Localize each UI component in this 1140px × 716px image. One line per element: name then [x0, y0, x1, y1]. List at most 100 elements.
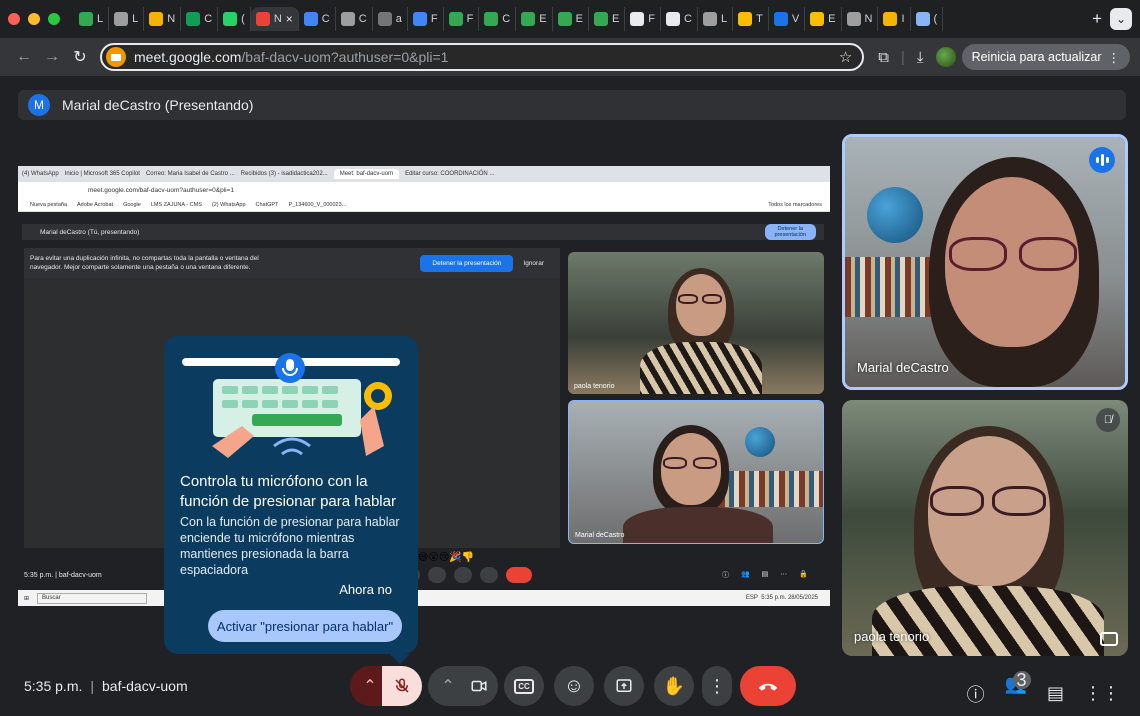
- reload-icon[interactable]: ↻: [66, 47, 94, 67]
- browser-tab[interactable]: E: [516, 7, 553, 31]
- enable-push-to-talk-button[interactable]: Activar "presionar para hablar": [208, 610, 402, 642]
- browser-tab[interactable]: C: [181, 7, 219, 31]
- shared-bookmark: (2) WhatsApp: [211, 201, 246, 208]
- browser-tab[interactable]: C: [299, 7, 336, 31]
- picture-in-picture-icon[interactable]: [1100, 632, 1118, 646]
- close-window-button[interactable]: [8, 13, 20, 25]
- browser-tab[interactable]: V: [769, 7, 806, 31]
- tab-favicon-icon: [448, 12, 463, 26]
- shared-screen: (4) WhatsApp Inicio | Microsoft 365 Copil…: [18, 166, 830, 632]
- tab-favicon-icon: [79, 12, 93, 26]
- dialog-body: Con la función de presionar para hablar …: [180, 515, 400, 577]
- shared-bookmark: Nueva pestaña: [30, 201, 67, 208]
- dialog-title: Controla tu micrófono con la función de …: [180, 473, 396, 510]
- more-options-button[interactable]: ⋮: [702, 666, 732, 706]
- tab-label: F: [466, 13, 474, 25]
- hand-icon: ✋: [662, 675, 686, 696]
- shared-tab: Editar curso: COORDINACIÓN ...: [405, 171, 495, 177]
- browser-tab[interactable]: a: [373, 7, 408, 31]
- shared-tile-marial: Marial deCastro: [568, 400, 824, 544]
- browser-tab[interactable]: I: [878, 7, 911, 31]
- tab-label: (: [933, 13, 938, 25]
- meeting-details-icon[interactable]: ⓘ: [967, 681, 985, 707]
- profile-avatar[interactable]: [935, 47, 956, 67]
- back-arrow-icon[interactable]: ←: [10, 48, 38, 66]
- browser-toolbar: ← → ↻ meet.google.com/baf-dacv-uom?authu…: [0, 38, 1140, 76]
- chat-icon[interactable]: ▤: [1047, 683, 1064, 704]
- browser-tab[interactable]: F: [625, 7, 662, 31]
- tab-favicon-icon: [702, 12, 717, 26]
- tab-favicon-icon: [149, 12, 164, 26]
- camera-icon: [471, 680, 487, 692]
- push-to-talk-dialog: Controla tu micrófono con la función de …: [164, 336, 418, 664]
- leave-call-button[interactable]: [740, 666, 796, 706]
- address-bar[interactable]: meet.google.com/baf-dacv-uom?authuser=0&…: [100, 43, 865, 71]
- meeting-controls-bar: 5:35 p.m. | baf-dacv-uom ⌃ ⌃ CC ☺ ✋ ⋮ ⓘ …: [0, 654, 1140, 716]
- browser-tab[interactable]: E: [589, 7, 626, 31]
- close-tab-icon[interactable]: ×: [286, 12, 293, 26]
- new-tab-button[interactable]: +: [1084, 9, 1110, 29]
- browser-tab[interactable]: F: [408, 7, 444, 31]
- browser-tab[interactable]: C: [336, 7, 373, 31]
- tab-label: C: [502, 13, 511, 25]
- maximize-window-button[interactable]: [48, 13, 60, 25]
- reactions-button[interactable]: ☺: [554, 666, 594, 706]
- extensions-icon[interactable]: ⧉: [878, 49, 889, 66]
- presenter-label: Marial deCastro (Presentando): [62, 97, 254, 113]
- participant-tile-marial[interactable]: Marial deCastro: [842, 134, 1128, 390]
- mic-off-icon: [395, 678, 409, 693]
- microphone-toggle-button[interactable]: [382, 666, 422, 706]
- restart-to-update-button[interactable]: Reinicia para actualizar ⋮: [961, 44, 1130, 70]
- captions-button[interactable]: CC: [504, 666, 544, 706]
- camera-toggle-button[interactable]: [460, 666, 498, 706]
- shared-tab: (4) WhatsApp: [22, 171, 59, 177]
- browser-tab[interactable]: L: [74, 7, 110, 31]
- raise-hand-button[interactable]: ✋: [654, 666, 694, 706]
- meeting-info: 5:35 p.m. | baf-dacv-uom: [24, 678, 188, 694]
- tab-label: I: [901, 13, 905, 25]
- browser-tab[interactable]: C: [479, 7, 517, 31]
- tab-label: N: [273, 13, 282, 25]
- tab-label: L: [132, 13, 139, 25]
- browser-tab[interactable]: T: [733, 7, 769, 31]
- tab-label: C: [684, 13, 692, 25]
- browser-tab[interactable]: (: [911, 7, 944, 31]
- participant-name: Marial deCastro: [857, 360, 949, 375]
- tab-search-button[interactable]: ⌄: [1110, 8, 1132, 30]
- tab-label: E: [828, 13, 836, 25]
- browser-tab[interactable]: F: [444, 7, 480, 31]
- bookmark-star-icon[interactable]: ☆: [839, 48, 852, 66]
- shared-browser-tabs: (4) WhatsApp Inicio | Microsoft 365 Copil…: [18, 166, 830, 182]
- push-to-talk-illustration-icon: [182, 353, 400, 458]
- tab-label: L: [720, 13, 728, 25]
- people-icon[interactable]: 👥3: [1005, 670, 1031, 713]
- browser-tab[interactable]: N ×: [250, 7, 299, 31]
- shared-ignore-button: Ignorar: [523, 259, 544, 267]
- participant-tile-paola[interactable]: 🎙̸ paola tenorio: [842, 400, 1128, 656]
- browser-tab[interactable]: (: [218, 7, 251, 31]
- forward-arrow-icon[interactable]: →: [38, 48, 66, 66]
- browser-tab[interactable]: N: [842, 7, 879, 31]
- browser-tab[interactable]: N: [144, 7, 182, 31]
- tab-label: V: [791, 13, 800, 25]
- activities-icon[interactable]: ⋮⋮: [1084, 683, 1120, 704]
- browser-tab[interactable]: E: [553, 7, 589, 31]
- emoji-icon: ☺: [563, 674, 585, 697]
- browser-tab[interactable]: C: [661, 7, 698, 31]
- browser-tab[interactable]: L: [109, 7, 145, 31]
- download-icon[interactable]: ⤓: [917, 49, 924, 66]
- present-screen-button[interactable]: [604, 666, 644, 706]
- shared-stop-button: Detener la presentación: [420, 254, 514, 272]
- shared-bookmark: P_134600_V_000023...: [288, 201, 347, 208]
- minimize-window-button[interactable]: [28, 13, 40, 25]
- meet-favicon-icon: [106, 47, 126, 67]
- browser-tab-strip: L L N C(N × C Ca F F C E E E F C L T V E N I( + ⌄: [0, 0, 1140, 38]
- shared-tab: Correo: Maria Isabel de Castro ...: [145, 171, 235, 177]
- tab-favicon-icon: [114, 12, 129, 26]
- not-now-button[interactable]: Ahora no: [339, 582, 392, 597]
- tab-label: C: [321, 13, 330, 25]
- more-vert-icon: ⋮: [1107, 50, 1121, 65]
- meeting-time: 5:35 p.m.: [24, 678, 83, 694]
- browser-tab[interactable]: E: [805, 7, 842, 31]
- browser-tab[interactable]: L: [698, 7, 734, 31]
